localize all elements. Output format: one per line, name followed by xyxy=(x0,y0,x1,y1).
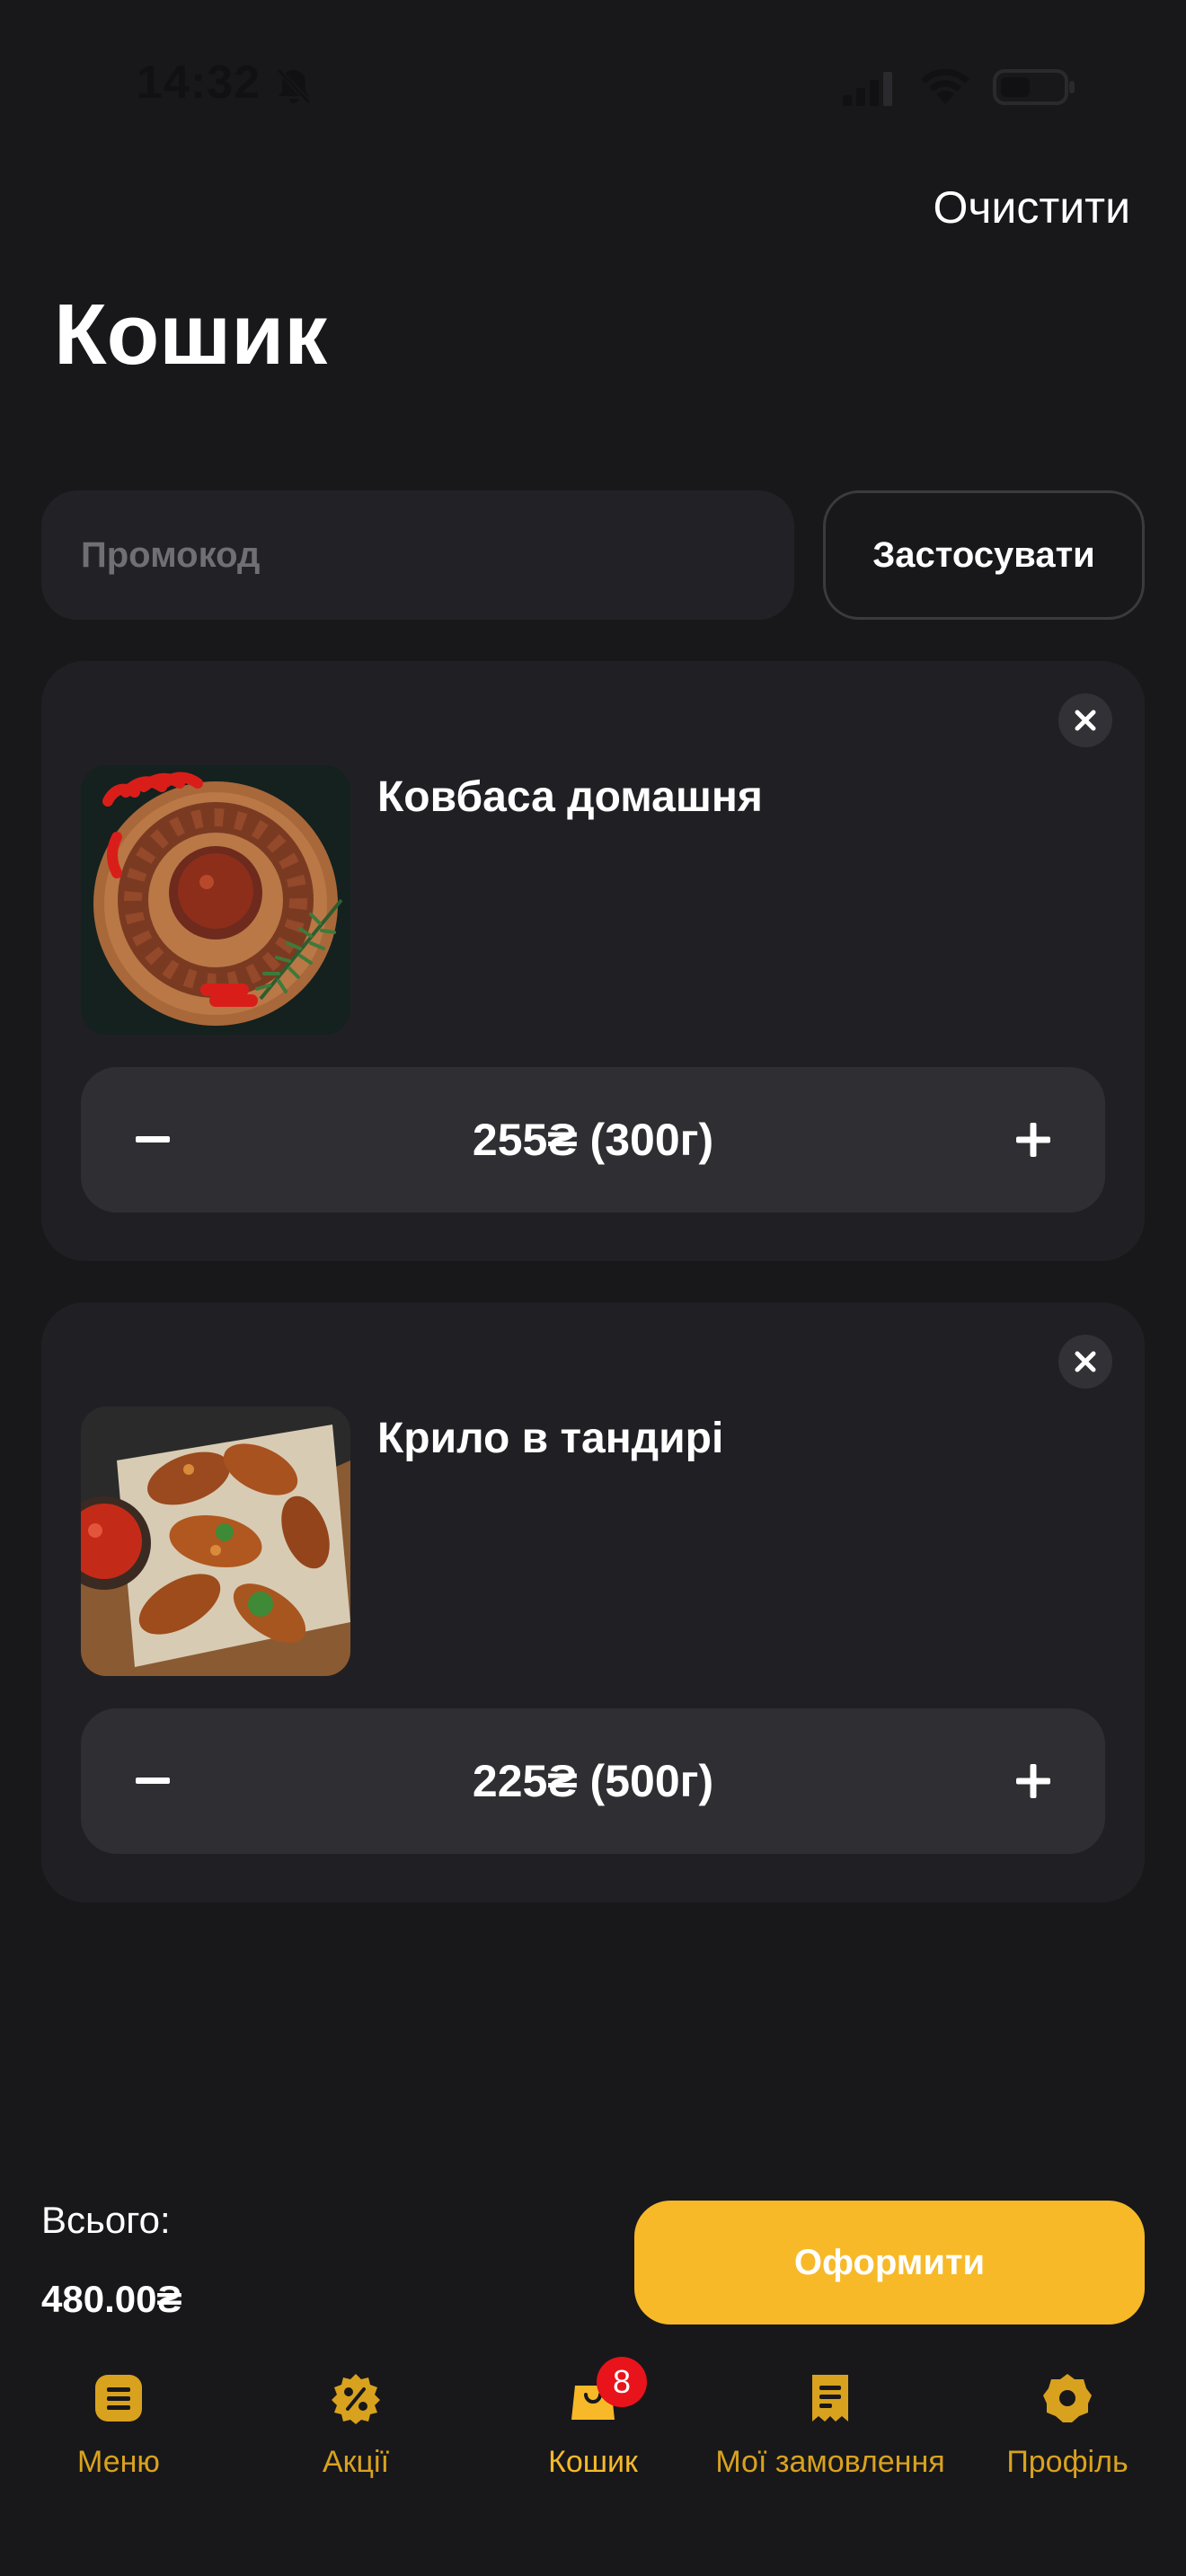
tab-label: Профіль xyxy=(1006,2445,1128,2479)
decrease-quantity-button[interactable] xyxy=(81,1708,225,1854)
cart-count-badge: 8 xyxy=(597,2357,647,2407)
item-price-weight: 225₴ (500г) xyxy=(472,1756,714,1806)
increase-quantity-button[interactable] xyxy=(961,1708,1105,1854)
tab-promotions[interactable]: Акції xyxy=(237,2371,474,2480)
page-title: Кошик xyxy=(54,287,328,383)
decrease-quantity-button[interactable] xyxy=(81,1067,225,1213)
menu-icon xyxy=(95,2375,142,2422)
tab-label: Кошик xyxy=(548,2445,638,2479)
minus-icon xyxy=(136,1778,170,1784)
tab-label: Мої замовлення xyxy=(715,2445,945,2479)
tab-label: Меню xyxy=(77,2445,160,2479)
close-icon xyxy=(1075,710,1096,731)
cart-tab-icon-wrap: 8 xyxy=(566,2357,647,2425)
total-value: 480.00₴ xyxy=(41,2278,182,2320)
increase-quantity-button[interactable] xyxy=(961,1067,1105,1213)
profile-icon xyxy=(1043,2374,1092,2422)
minus-icon xyxy=(136,1136,170,1142)
battery-icon xyxy=(993,69,1075,105)
tab-label: Акції xyxy=(322,2445,390,2479)
receipt-icon xyxy=(812,2375,848,2422)
item-price-weight: 255₴ (300г) xyxy=(472,1115,714,1165)
wifi-icon xyxy=(921,68,969,104)
sausage-plate-image xyxy=(81,765,350,1035)
tab-profile[interactable]: Профіль xyxy=(949,2371,1186,2480)
item-name: Крило в тандирі xyxy=(377,1415,724,1462)
bell-slash-icon xyxy=(276,67,312,105)
status-time: 14:32 xyxy=(137,57,261,109)
remove-item-button[interactable] xyxy=(1058,693,1112,747)
tab-cart[interactable]: 8 Кошик xyxy=(474,2357,712,2480)
remove-item-button[interactable] xyxy=(1058,1335,1112,1389)
signal-icon xyxy=(843,72,892,106)
apply-promo-button[interactable]: Застосувати xyxy=(823,490,1145,620)
promo-code-input[interactable] xyxy=(41,490,794,620)
tandoor-wings-image xyxy=(81,1407,350,1676)
plus-icon xyxy=(1016,1123,1050,1157)
item-name: Ковбаса домашня xyxy=(377,773,763,821)
total-label: Всього: xyxy=(41,2199,171,2241)
quantity-stepper: 225₴ (500г) xyxy=(81,1708,1105,1854)
tab-menu[interactable]: Меню xyxy=(0,2371,237,2480)
quantity-stepper: 255₴ (300г) xyxy=(81,1067,1105,1213)
tab-my-orders[interactable]: Мої замовлення xyxy=(712,2371,949,2480)
plus-icon xyxy=(1016,1764,1050,1798)
checkout-button[interactable]: Оформити xyxy=(634,2201,1145,2325)
clear-cart-button[interactable]: Очистити xyxy=(933,181,1130,234)
discount-icon xyxy=(332,2374,380,2424)
cart-item: Крило в тандирі 225₴ (500г) xyxy=(41,1302,1145,1902)
cart-item: Ковбаса домашня 255₴ (300г) xyxy=(41,661,1145,1261)
close-icon xyxy=(1075,1351,1096,1372)
